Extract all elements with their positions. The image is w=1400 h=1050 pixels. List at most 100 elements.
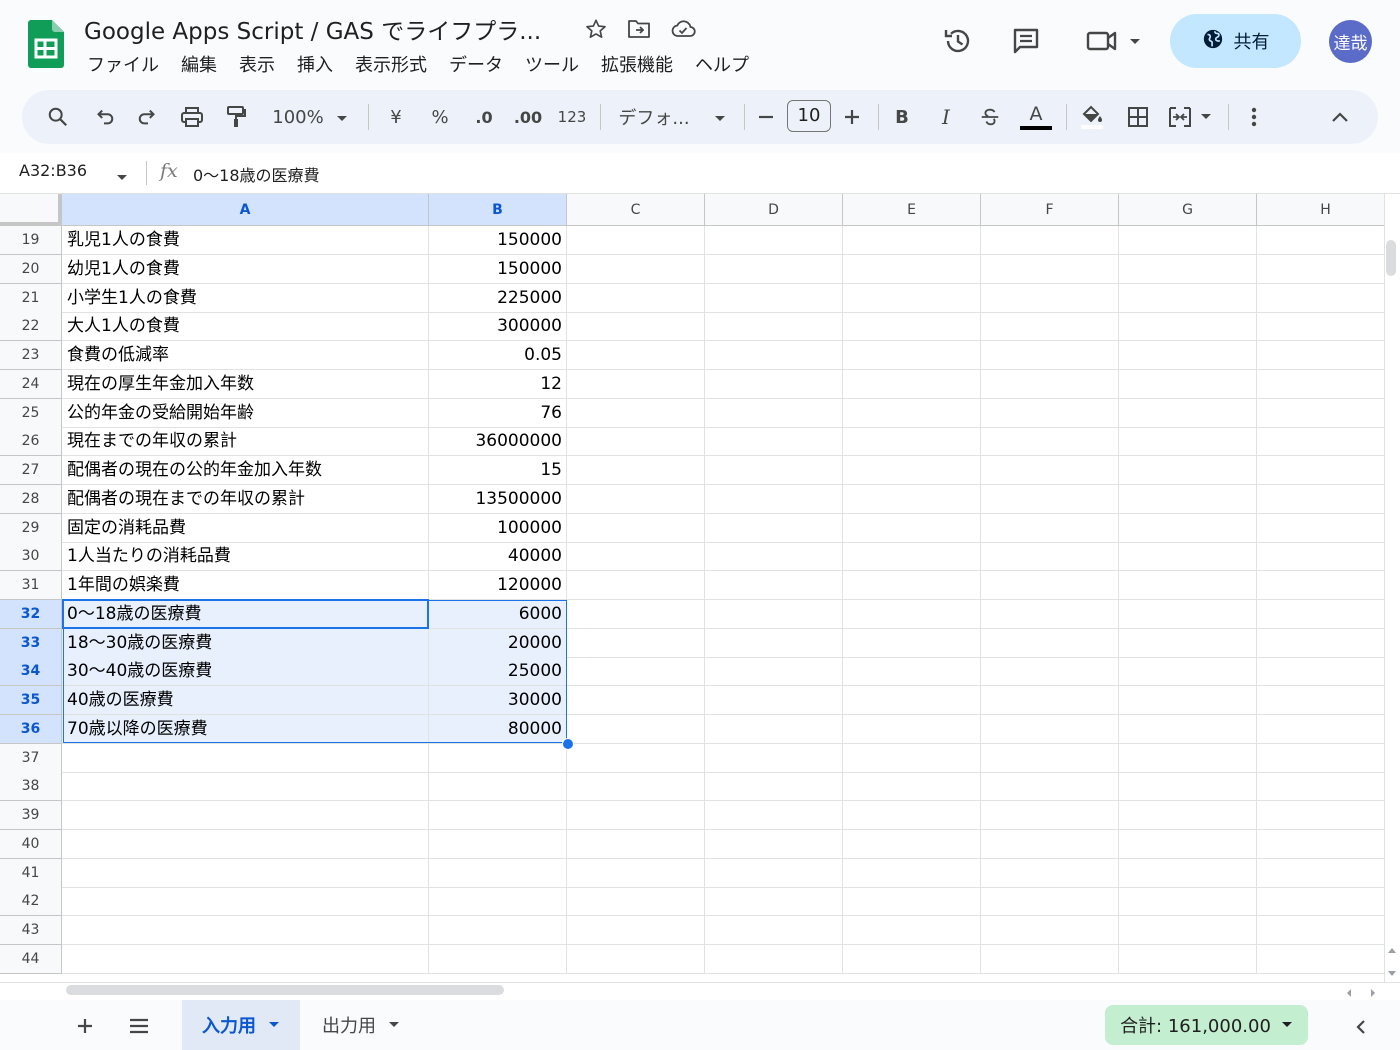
cell-a[interactable] bbox=[62, 858, 429, 888]
row-header[interactable]: 33 bbox=[0, 628, 62, 658]
add-sheet-icon[interactable] bbox=[70, 1011, 100, 1041]
empty-cell[interactable] bbox=[705, 456, 843, 485]
empty-cell[interactable] bbox=[981, 829, 1119, 859]
empty-cell[interactable] bbox=[1119, 599, 1257, 629]
menu-file[interactable]: ファイル bbox=[76, 52, 170, 80]
empty-cell[interactable] bbox=[1119, 887, 1257, 917]
empty-cell[interactable] bbox=[1119, 686, 1257, 715]
cell-a[interactable]: 40歳の医療費 bbox=[62, 686, 429, 715]
empty-cell[interactable] bbox=[843, 858, 981, 888]
cell-a[interactable]: 現在までの年収の累計 bbox=[62, 427, 429, 457]
empty-cell[interactable] bbox=[843, 254, 981, 284]
empty-cell[interactable] bbox=[981, 369, 1119, 399]
empty-cell[interactable] bbox=[1257, 485, 1384, 514]
increase-decimal-button[interactable]: .00 bbox=[506, 90, 550, 144]
version-history-icon[interactable] bbox=[936, 19, 980, 63]
empty-cell[interactable] bbox=[567, 599, 705, 629]
vertical-scrollbar-thumb[interactable] bbox=[1386, 240, 1396, 276]
empty-cell[interactable] bbox=[981, 427, 1119, 457]
empty-cell[interactable] bbox=[843, 226, 981, 255]
empty-cell[interactable] bbox=[843, 772, 981, 802]
empty-cell[interactable] bbox=[567, 743, 705, 773]
empty-cell[interactable] bbox=[567, 369, 705, 399]
document-title[interactable]: Google Apps Script / GAS でライフプラ... bbox=[84, 12, 541, 46]
undo-icon[interactable] bbox=[82, 90, 126, 144]
cell-b[interactable]: 80000 bbox=[429, 714, 567, 744]
scroll-up-arrow-icon[interactable] bbox=[1386, 940, 1398, 959]
cell-a[interactable] bbox=[62, 772, 429, 802]
name-box[interactable]: A32:B36 bbox=[19, 161, 87, 180]
empty-cell[interactable] bbox=[981, 599, 1119, 629]
empty-cell[interactable] bbox=[1257, 629, 1384, 658]
number-format-button[interactable]: 123 bbox=[550, 90, 594, 144]
empty-cell[interactable] bbox=[705, 714, 843, 744]
empty-cell[interactable] bbox=[567, 686, 705, 715]
empty-cell[interactable] bbox=[843, 829, 981, 859]
fill-color-icon[interactable] bbox=[1070, 90, 1114, 144]
strikethrough-icon[interactable] bbox=[968, 90, 1012, 144]
empty-cell[interactable] bbox=[567, 341, 705, 370]
currency-format-button[interactable]: ¥ bbox=[374, 90, 418, 144]
empty-cell[interactable] bbox=[843, 657, 981, 687]
empty-cell[interactable] bbox=[705, 599, 843, 629]
menu-view[interactable]: 表示 bbox=[228, 52, 286, 80]
empty-cell[interactable] bbox=[981, 657, 1119, 687]
decrease-font-size-icon[interactable] bbox=[748, 90, 784, 144]
row-header[interactable]: 34 bbox=[0, 657, 62, 687]
all-sheets-icon[interactable] bbox=[124, 1011, 154, 1041]
empty-cell[interactable] bbox=[567, 427, 705, 457]
cell-b[interactable] bbox=[429, 887, 567, 917]
empty-cell[interactable] bbox=[567, 484, 705, 514]
column-header-e[interactable]: E bbox=[843, 194, 981, 226]
empty-cell[interactable] bbox=[981, 714, 1119, 744]
sheet-tab-output[interactable]: 出力用 bbox=[306, 1000, 416, 1050]
empty-cell[interactable] bbox=[705, 686, 843, 715]
cell-b[interactable] bbox=[429, 858, 567, 888]
empty-cell[interactable] bbox=[1257, 255, 1384, 284]
empty-cell[interactable] bbox=[1119, 398, 1257, 428]
row-header[interactable]: 40 bbox=[0, 829, 62, 859]
empty-cell[interactable] bbox=[981, 312, 1119, 342]
empty-cell[interactable] bbox=[1257, 542, 1384, 572]
row-header[interactable]: 28 bbox=[0, 484, 62, 514]
empty-cell[interactable] bbox=[705, 427, 843, 457]
empty-cell[interactable] bbox=[1257, 341, 1384, 370]
print-icon[interactable] bbox=[170, 90, 214, 144]
cell-b[interactable] bbox=[429, 772, 567, 802]
cell-a[interactable]: 公的年金の受給開始年齢 bbox=[62, 398, 429, 428]
empty-cell[interactable] bbox=[981, 887, 1119, 917]
empty-cell[interactable] bbox=[1257, 514, 1384, 543]
cell-a[interactable] bbox=[62, 887, 429, 917]
row-header[interactable]: 39 bbox=[0, 801, 62, 830]
empty-cell[interactable] bbox=[1257, 312, 1384, 342]
zoom-select[interactable]: 100% bbox=[262, 90, 358, 144]
more-options-icon[interactable] bbox=[1232, 90, 1276, 144]
empty-cell[interactable] bbox=[843, 456, 981, 485]
column-header-d[interactable]: D bbox=[705, 194, 843, 226]
empty-cell[interactable] bbox=[843, 916, 981, 945]
row-header[interactable]: 19 bbox=[0, 226, 62, 255]
empty-cell[interactable] bbox=[1119, 341, 1257, 370]
empty-cell[interactable] bbox=[1119, 484, 1257, 514]
empty-cell[interactable] bbox=[981, 542, 1119, 572]
cell-a[interactable]: 30〜40歳の医療費 bbox=[62, 657, 429, 687]
empty-cell[interactable] bbox=[981, 772, 1119, 802]
empty-cell[interactable] bbox=[1257, 744, 1384, 773]
empty-cell[interactable] bbox=[1119, 628, 1257, 658]
row-header[interactable]: 21 bbox=[0, 283, 62, 313]
empty-cell[interactable] bbox=[1119, 513, 1257, 543]
empty-cell[interactable] bbox=[567, 542, 705, 572]
redo-icon[interactable] bbox=[126, 90, 170, 144]
menu-extensions[interactable]: 拡張機能 bbox=[590, 52, 684, 80]
cell-a[interactable] bbox=[62, 743, 429, 773]
row-header[interactable]: 26 bbox=[0, 427, 62, 457]
empty-cell[interactable] bbox=[705, 226, 843, 255]
row-header[interactable]: 44 bbox=[0, 944, 62, 974]
text-color-button[interactable]: A bbox=[1014, 90, 1058, 144]
empty-cell[interactable] bbox=[705, 254, 843, 284]
cell-b[interactable]: 6000 bbox=[429, 599, 567, 629]
empty-cell[interactable] bbox=[1257, 456, 1384, 485]
cell-a[interactable]: 70歳以降の医療費 bbox=[62, 714, 429, 744]
italic-button[interactable]: I bbox=[924, 90, 968, 144]
cell-a[interactable]: 1年間の娯楽費 bbox=[62, 571, 429, 600]
